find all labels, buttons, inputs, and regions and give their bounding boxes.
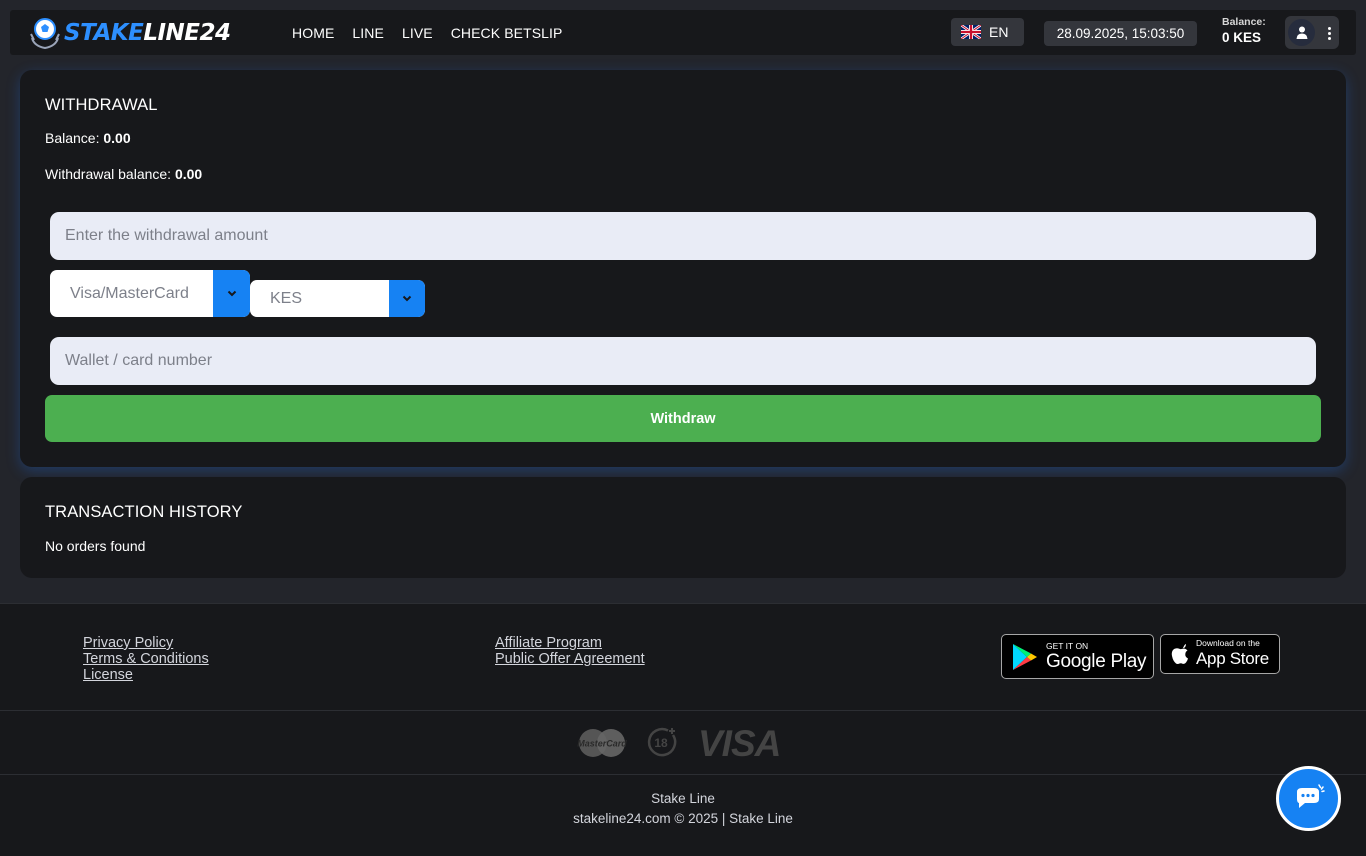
site-logo[interactable]: STAKELINE24 [28, 14, 231, 52]
payment-method-select[interactable]: Visa/MasterCard [50, 270, 250, 317]
affiliate-program-link[interactable]: Affiliate Program [495, 635, 645, 651]
mastercard-logo-icon: MasterCard [577, 729, 627, 757]
nav-home[interactable]: HOME [292, 25, 334, 41]
withdrawal-balance-line: Withdrawal balance: 0.00 [45, 166, 202, 182]
live-chat-button[interactable] [1276, 766, 1341, 831]
age-18-plus-icon: 18 [647, 727, 677, 757]
visa-logo-text: VISA [698, 725, 780, 759]
site-footer: Privacy Policy Terms & Conditions Licens… [0, 603, 1366, 856]
logo-text-stake: STAKE [64, 20, 144, 46]
terms-conditions-link[interactable]: Terms & Conditions [83, 651, 209, 667]
footer-divider [0, 774, 1366, 775]
withdrawal-card: WITHDRAWAL Balance: 0.00 Withdrawal bala… [20, 70, 1346, 467]
withdraw-button[interactable]: Withdraw [45, 395, 1321, 442]
privacy-policy-link[interactable]: Privacy Policy [83, 635, 209, 651]
wallet-card-number-input[interactable] [50, 337, 1316, 385]
apple-icon [1171, 644, 1188, 664]
license-link[interactable]: License [83, 667, 209, 683]
mastercard-logo-text: MasterCard [577, 739, 627, 749]
nav-live[interactable]: LIVE [402, 25, 433, 41]
header-balance-value: 0 KES [1222, 30, 1262, 45]
google-play-icon [1013, 643, 1037, 670]
google-play-small-text: GET IT ON [1046, 640, 1089, 651]
logo-ball-icon [28, 16, 62, 50]
footer-divider [0, 710, 1366, 711]
chevron-down-icon[interactable] [213, 270, 250, 317]
google-play-big-text: Google Play [1046, 650, 1147, 672]
uk-flag-icon [961, 25, 981, 39]
header-balance-label: Balance: [1222, 16, 1266, 28]
nav-line[interactable]: LINE [352, 25, 384, 41]
user-avatar-icon[interactable] [1288, 19, 1315, 46]
logo-text-line24: LINE24 [143, 20, 231, 46]
nav-check-betslip[interactable]: CHECK BETSLIP [451, 25, 563, 41]
transaction-history-card: TRANSACTION HISTORY No orders found [20, 477, 1346, 578]
withdrawal-balance-value: 0.00 [174, 166, 203, 182]
top-header: STAKELINE24 HOME LINE LIVE CHECK BETSLIP… [10, 10, 1356, 55]
withdrawal-balance-label: Withdrawal balance: [45, 166, 172, 182]
main-nav: HOME LINE LIVE CHECK BETSLIP [292, 10, 580, 55]
footer-brand: Stake Line [651, 791, 715, 806]
language-selector[interactable]: EN [951, 18, 1024, 46]
age-18-text: 18 [654, 736, 668, 750]
balance-line: Balance: 0.00 [45, 130, 131, 146]
currency-value: KES [270, 289, 303, 307]
payment-method-value: Visa/MasterCard [70, 284, 189, 302]
currency-select[interactable]: KES [250, 280, 425, 317]
user-menu-button[interactable] [1285, 16, 1339, 49]
footer-links-col1: Privacy Policy Terms & Conditions Licens… [83, 635, 209, 683]
chevron-down-icon[interactable] [389, 280, 425, 317]
history-empty-text: No orders found [45, 538, 146, 554]
balance-value: 0.00 [103, 130, 131, 146]
history-title: TRANSACTION HISTORY [45, 503, 243, 521]
footer-copyright: stakeline24.com © 2025 | Stake Line [573, 811, 793, 826]
withdrawal-title: WITHDRAWAL [45, 96, 158, 114]
header-balance: Balance: 0 KES [1222, 16, 1282, 45]
public-offer-link[interactable]: Public Offer Agreement [495, 651, 645, 667]
footer-links-col2: Affiliate Program Public Offer Agreement [495, 635, 645, 667]
visa-logo-icon: VISA [698, 725, 781, 759]
current-datetime: 28.09.2025, 15:03:50 [1044, 21, 1197, 46]
payment-logos: MasterCard 18 VISA [0, 725, 1366, 759]
language-label: EN [989, 24, 1009, 40]
app-store-big-text: App Store [1196, 649, 1269, 668]
withdrawal-amount-input[interactable] [50, 212, 1316, 260]
app-store-button[interactable]: Download on the App Store [1160, 634, 1280, 674]
google-play-button[interactable]: GET IT ON Google Play [1001, 634, 1154, 679]
more-vertical-icon[interactable] [1324, 24, 1334, 42]
chat-icon [1296, 783, 1325, 808]
balance-label: Balance: [45, 130, 100, 146]
app-store-small-text: Download on the [1196, 638, 1260, 648]
